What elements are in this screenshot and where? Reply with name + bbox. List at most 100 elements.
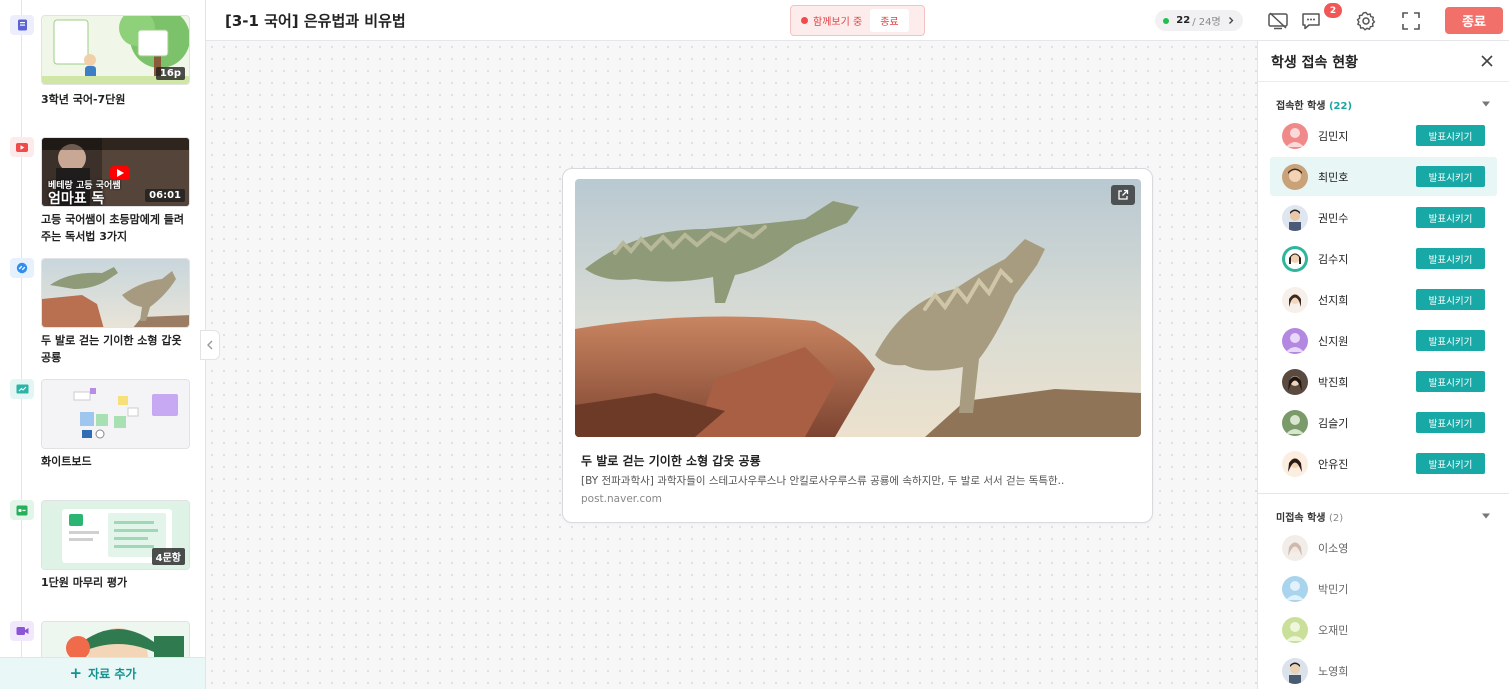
online-current: 22 xyxy=(1176,15,1191,26)
settings-gear-icon[interactable] xyxy=(1355,10,1377,32)
youtube-icon xyxy=(10,137,34,157)
page-title: [3-1 국어] 은유법과 비유법 xyxy=(225,12,406,30)
student-name: 김수지 xyxy=(1318,252,1349,266)
disconnected-label: 미접속 학생 xyxy=(1276,513,1326,524)
link-icon xyxy=(10,258,34,278)
live-video-icon xyxy=(10,621,34,641)
caret-down-icon[interactable] xyxy=(1481,100,1491,108)
avatar xyxy=(1282,534,1308,561)
together-viewing-status: 함께보기 중 종료 xyxy=(790,5,925,36)
connected-label: 접속한 학생 xyxy=(1276,101,1326,112)
student-row-offline[interactable]: 노영희 xyxy=(1270,651,1497,689)
student-name: 김민지 xyxy=(1318,129,1349,143)
link-thumbnail[interactable] xyxy=(41,258,190,328)
student-status-panel: 학생 접속 현황 접속한 학생 (22) 김민지 발표시키기 최민호 발표시키기… xyxy=(1257,41,1509,689)
disconnected-group-header[interactable]: 미접속 학생 (2) xyxy=(1276,509,1343,524)
disconnected-count: (2) xyxy=(1328,513,1344,524)
video-thumbnail[interactable]: 베테랑 고등 국어쌤 엄마표 독 06:01 xyxy=(41,137,190,207)
student-row-offline[interactable]: 박민기 xyxy=(1270,569,1497,608)
avatar xyxy=(1282,286,1308,313)
student-name: 안유진 xyxy=(1318,457,1349,471)
avatar xyxy=(1282,616,1308,643)
online-total: / 24명 xyxy=(1192,17,1221,28)
student-row[interactable]: 안유진 발표시키기 xyxy=(1270,444,1497,483)
close-icon[interactable] xyxy=(1479,53,1495,69)
video-overlay-text-2: 엄마표 독 xyxy=(48,191,105,207)
fullscreen-icon[interactable] xyxy=(1400,10,1422,32)
chat-icon[interactable] xyxy=(1300,10,1322,32)
student-name: 노영희 xyxy=(1318,664,1349,678)
connected-count: (22) xyxy=(1328,101,1353,112)
add-resource-label: 자료 추가 xyxy=(88,667,137,681)
student-row[interactable]: 김수지 발표시키기 xyxy=(1270,239,1497,278)
quiz-thumbnail[interactable]: 4문항 xyxy=(41,500,190,570)
student-name: 최민호 xyxy=(1318,170,1349,184)
resource-title: 1단원 마무리 평가 xyxy=(41,576,128,589)
student-row[interactable]: 김민지 발표시키기 xyxy=(1270,116,1497,155)
end-class-button[interactable]: 종료 xyxy=(1445,7,1503,34)
student-row[interactable]: 신지원 발표시키기 xyxy=(1270,321,1497,360)
open-external-link-button[interactable] xyxy=(1111,185,1135,205)
external-link-icon xyxy=(1118,189,1129,200)
resource-title: 두 발로 걷는 기이한 소형 갑옷 공룡 xyxy=(41,334,182,364)
present-button[interactable]: 발표시키기 xyxy=(1416,289,1485,310)
link-preview-image xyxy=(575,179,1141,437)
chevron-left-icon xyxy=(207,340,213,350)
student-row[interactable]: 박진희 발표시키기 xyxy=(1270,362,1497,401)
link-card-title: 두 발로 걷는 기이한 소형 갑옷 공룡 xyxy=(581,454,761,468)
avatar xyxy=(1282,450,1308,477)
present-button[interactable]: 발표시키기 xyxy=(1416,166,1485,187)
chevron-right-icon xyxy=(1228,17,1234,24)
present-button[interactable]: 발표시키기 xyxy=(1416,207,1485,228)
student-name: 신지원 xyxy=(1318,334,1349,348)
panel-header: 학생 접속 현황 xyxy=(1258,41,1509,82)
present-button[interactable]: 발표시키기 xyxy=(1416,371,1485,392)
avatar xyxy=(1282,575,1308,602)
quiz-icon xyxy=(10,500,34,520)
present-button[interactable]: 발표시키기 xyxy=(1416,330,1485,351)
present-button[interactable]: 발표시키기 xyxy=(1416,412,1485,433)
avatar xyxy=(1282,122,1308,149)
student-name: 오재민 xyxy=(1318,623,1349,637)
avatar xyxy=(1282,163,1308,190)
add-resource-button[interactable]: + 자료 추가 xyxy=(0,657,205,689)
avatar xyxy=(1282,327,1308,354)
student-row[interactable]: 김슬기 발표시키기 xyxy=(1270,403,1497,442)
student-name: 이소영 xyxy=(1318,541,1349,555)
document-icon xyxy=(10,15,34,35)
video-duration-badge: 06:01 xyxy=(145,189,185,202)
resource-title: 고등 국어쌤이 초등맘에게 들려주는 독서법 3가지 xyxy=(41,213,185,243)
avatar xyxy=(1282,657,1308,684)
present-button[interactable]: 발표시키기 xyxy=(1416,125,1485,146)
online-students-counter[interactable]: 22 / 24명 xyxy=(1155,10,1243,31)
document-thumbnail[interactable]: 16p xyxy=(41,15,190,85)
student-row[interactable]: 최민호 발표시키기 xyxy=(1270,157,1497,196)
page-count-badge: 16p xyxy=(155,67,185,80)
present-button[interactable]: 발표시키기 xyxy=(1416,248,1485,269)
caret-down-icon[interactable] xyxy=(1481,512,1491,520)
chat-unread-badge: 2 xyxy=(1324,3,1342,18)
student-row[interactable]: 권민수 발표시키기 xyxy=(1270,198,1497,237)
student-row-offline[interactable]: 이소영 xyxy=(1270,528,1497,567)
panel-title: 학생 접속 현황 xyxy=(1271,55,1359,71)
plus-icon: + xyxy=(69,664,83,682)
top-bar: [3-1 국어] 은유법과 비유법 함께보기 중 종료 22 / 24명 2 종… xyxy=(206,0,1509,41)
screen-share-off-icon[interactable] xyxy=(1267,10,1289,32)
present-button[interactable]: 발표시키기 xyxy=(1416,453,1485,474)
whiteboard-thumbnail[interactable] xyxy=(41,379,190,449)
link-card-url[interactable]: post.naver.com xyxy=(581,493,662,505)
student-row[interactable]: 선지희 발표시키기 xyxy=(1270,280,1497,319)
avatar xyxy=(1282,204,1308,231)
whiteboard-icon xyxy=(10,379,34,399)
student-name: 박진희 xyxy=(1318,375,1349,389)
resource-title: 화이트보드 xyxy=(41,455,92,468)
student-name: 선지희 xyxy=(1318,293,1349,307)
student-name: 권민수 xyxy=(1318,211,1349,225)
connected-group-header[interactable]: 접속한 학생 (22) xyxy=(1276,97,1352,112)
sidebar-collapse-button[interactable] xyxy=(200,330,220,360)
student-row-offline[interactable]: 오재민 xyxy=(1270,610,1497,649)
question-count-badge: 4문항 xyxy=(151,548,185,565)
together-end-button[interactable]: 종료 xyxy=(870,9,909,32)
resource-title: 3학년 국어-7단원 xyxy=(41,93,126,106)
link-preview-card[interactable]: 두 발로 걷는 기이한 소형 갑옷 공룡 [BY 전파과학사] 과학자들이 스테… xyxy=(562,168,1153,523)
